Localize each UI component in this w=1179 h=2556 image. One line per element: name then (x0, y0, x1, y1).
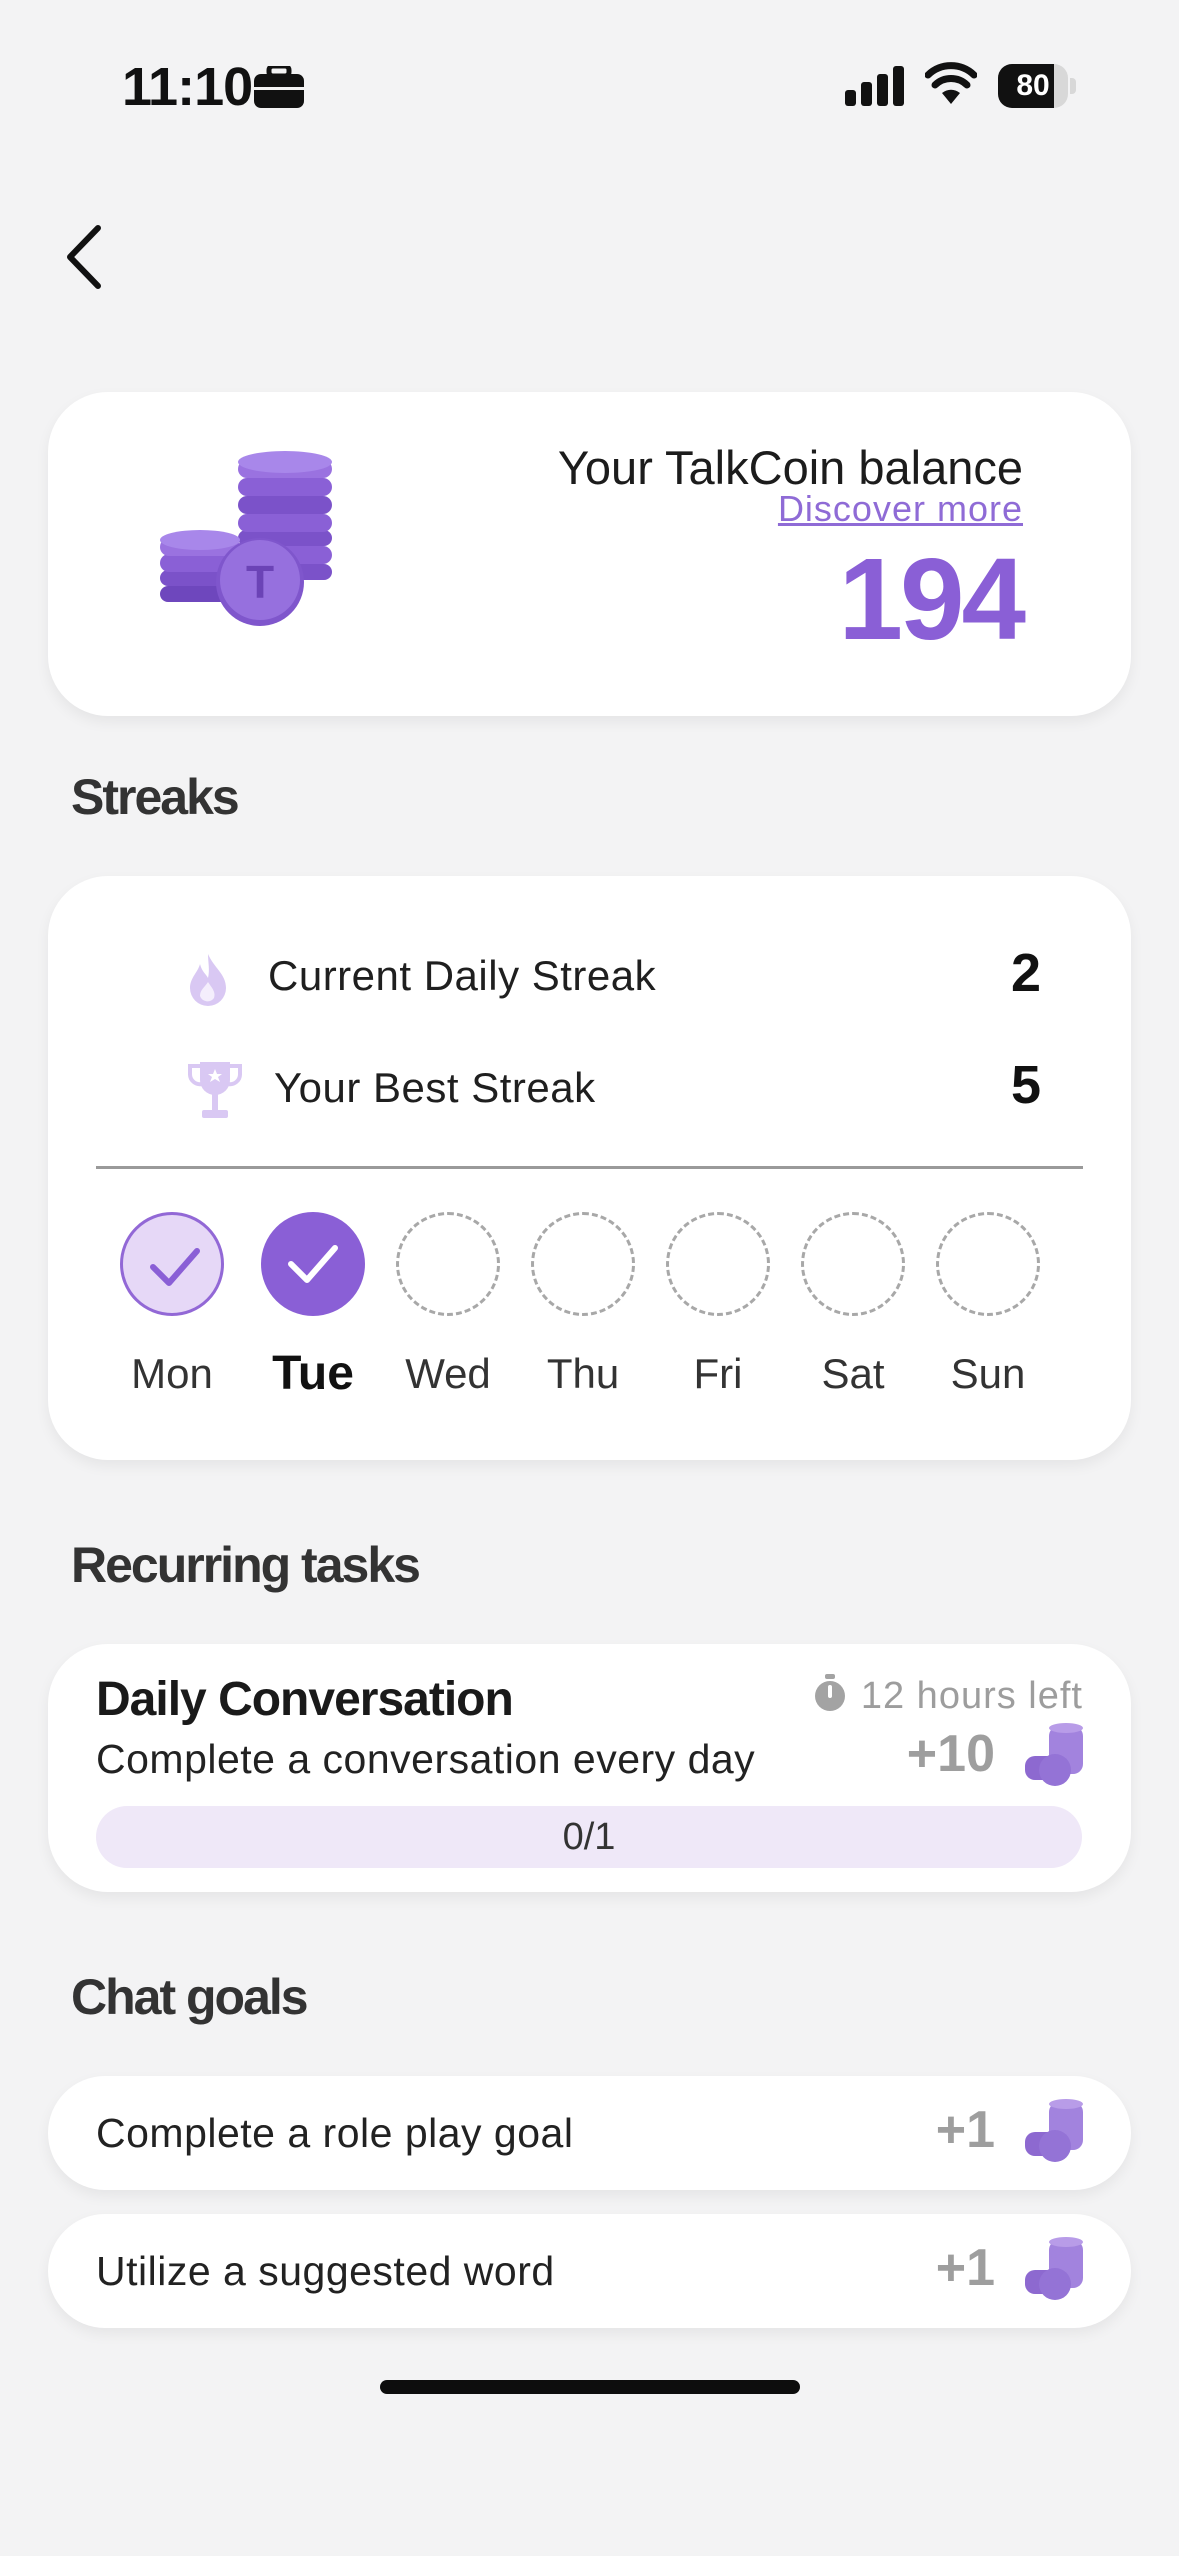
day-empty-circle (396, 1212, 500, 1316)
task-progress-bar: 0/1 (96, 1806, 1082, 1868)
day-tue: Tue (253, 1212, 373, 1401)
chevron-left-icon (67, 225, 101, 289)
day-label: Thu (546, 1350, 620, 1397)
back-button[interactable] (58, 222, 118, 292)
day-fri: Fri (658, 1212, 778, 1398)
day-mon: Mon (112, 1212, 232, 1398)
coins-stack-icon: T (158, 450, 348, 655)
chat-goal-item[interactable]: Complete a role play goal +1 (48, 2076, 1131, 2190)
balance-value: 194 (838, 534, 1026, 664)
best-streak-value: 5 (1010, 1055, 1041, 1115)
cellular-signal-icon (845, 66, 907, 111)
current-streak-value: 2 (1010, 943, 1041, 1003)
current-streak-row: Current Daily Streak 2 (128, 938, 1041, 1018)
chat-goals-heading: Chat goals (71, 1969, 309, 2025)
daily-conversation-card[interactable]: Daily Conversation 12 hours left Complet… (48, 1644, 1131, 1892)
task-description: Complete a conversation every day (96, 1736, 756, 1782)
day-thu: Thu (523, 1212, 643, 1398)
day-empty-circle (666, 1212, 770, 1316)
chat-goal-reward: +1 (935, 2239, 995, 2297)
day-empty-circle (801, 1212, 905, 1316)
day-label: Fri (693, 1350, 743, 1397)
recurring-tasks-heading: Recurring tasks (71, 1537, 421, 1593)
balance-card: T Your TalkCoin balance Discover more 19… (48, 392, 1131, 716)
divider (96, 1166, 1083, 1169)
time-left-text: 12 hours left (860, 1675, 1083, 1717)
best-streak-row: Your Best Streak 5 (128, 1050, 1041, 1130)
day-label: Wed (405, 1350, 491, 1397)
balance-label: Your TalkCoin balance (557, 441, 1023, 494)
chat-goal-label: Complete a role play goal (96, 2110, 574, 2156)
day-wed: Wed (388, 1212, 508, 1398)
battery-level: 80 (1016, 69, 1050, 102)
task-progress-text: 0/1 (562, 1816, 616, 1858)
trophy-icon (188, 1062, 242, 1118)
streaks-heading: Streaks (71, 769, 240, 825)
svg-text:T: T (246, 556, 274, 608)
day-sun: Sun (928, 1212, 1048, 1398)
battery-icon: 80 (998, 64, 1076, 108)
chat-goal-item[interactable]: Utilize a suggested word +1 (48, 2214, 1131, 2328)
task-reward: +10 (906, 1725, 995, 1783)
coin-icon (1023, 1722, 1085, 1793)
day-label: Mon (131, 1350, 213, 1397)
day-label: Sun (950, 1350, 1026, 1397)
day-label: Tue (272, 1347, 354, 1400)
chat-goal-reward: +1 (935, 2101, 995, 2159)
day-empty-circle (531, 1212, 635, 1316)
chat-goal-label: Utilize a suggested word (96, 2248, 555, 2294)
time-left: 12 hours left (813, 1674, 1083, 1718)
day-check-icon (120, 1212, 224, 1316)
status-time: 11:10 (122, 57, 253, 117)
briefcase-icon (254, 63, 304, 113)
current-streak-label: Current Daily Streak (268, 952, 657, 999)
discover-more-link[interactable]: Discover more (778, 488, 1023, 530)
day-label: Sat (821, 1350, 885, 1397)
streaks-card: Current Daily Streak 2 Your Best Streak … (48, 876, 1131, 1460)
wifi-icon (924, 62, 978, 109)
day-check-icon (261, 1212, 365, 1316)
best-streak-label: Your Best Streak (274, 1064, 596, 1111)
day-empty-circle (936, 1212, 1040, 1316)
home-indicator[interactable] (380, 2380, 800, 2394)
day-sat: Sat (793, 1212, 913, 1398)
timer-icon (814, 1674, 845, 1711)
coin-icon (1023, 2236, 1085, 2307)
coin-icon (1023, 2098, 1085, 2169)
flame-icon (190, 954, 226, 1006)
task-title: Daily Conversation (96, 1673, 514, 1726)
